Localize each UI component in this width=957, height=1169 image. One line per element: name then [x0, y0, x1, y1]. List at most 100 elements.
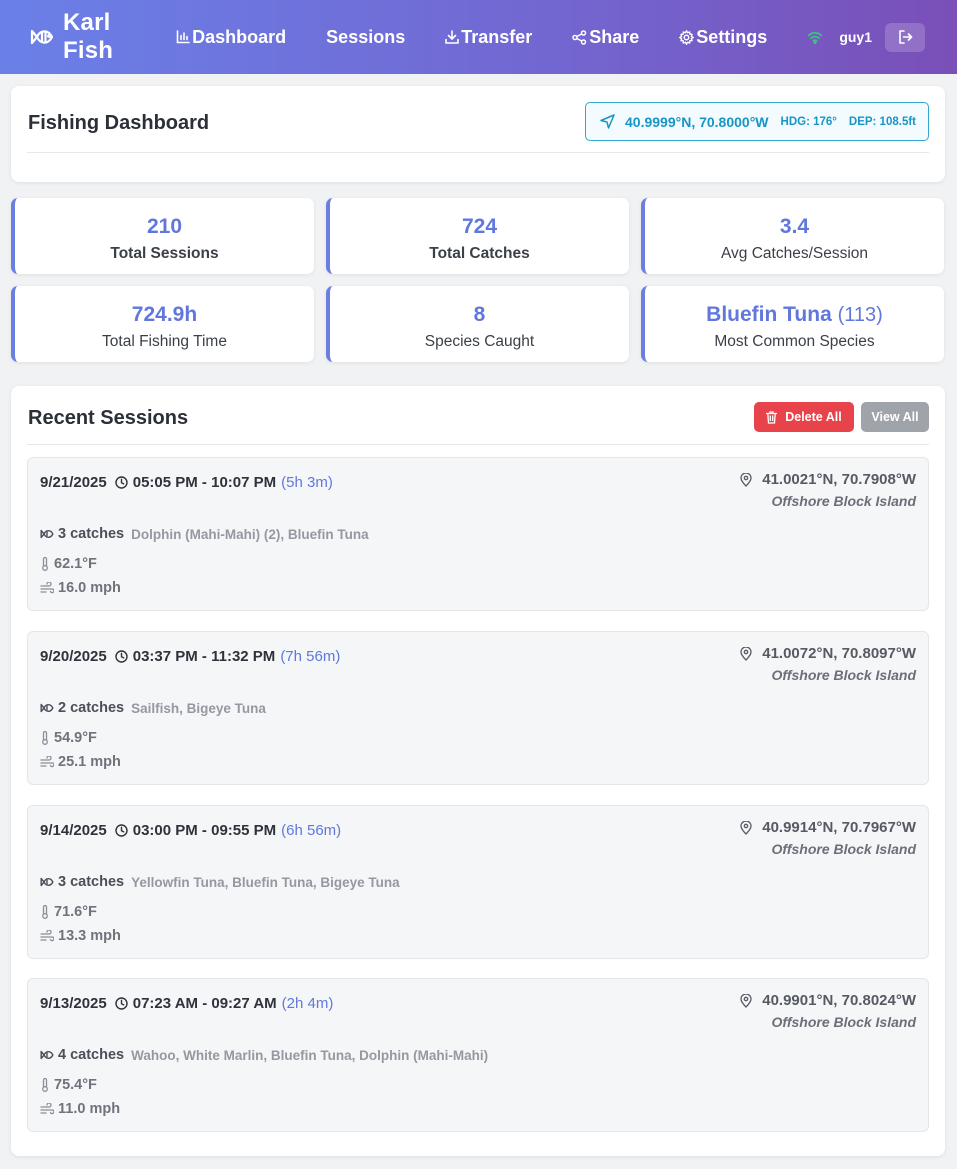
stat-value: 724	[461, 215, 498, 238]
nav-dashboard[interactable]: Dashboard	[176, 28, 286, 46]
session-duration: (5h 3m)	[281, 474, 333, 491]
stat-label: Most Common Species	[714, 333, 875, 350]
stat-fishing-time: 724.9h Total Fishing Time	[11, 286, 314, 362]
session-coords: 41.0072°N, 70.8097°W	[762, 645, 916, 662]
session-wind-speed: 25.1 mph	[58, 754, 121, 770]
view-all-button[interactable]: View All	[861, 402, 929, 432]
session-duration: (7h 56m)	[280, 648, 341, 665]
session-date: 9/13/2025	[40, 995, 107, 1012]
stat-common-species: Bluefin Tuna (113) Most Common Species	[641, 286, 944, 362]
clock-icon	[115, 997, 128, 1010]
session-time: 03:37 PM - 11:32 PM	[132, 648, 276, 665]
session-species: Dolphin (Mahi-Mahi) (2), Bluefin Tuna	[131, 526, 369, 542]
session-coords-row: 41.0072°N, 70.8097°W	[740, 645, 916, 662]
thermometer-icon	[40, 1078, 50, 1092]
top-navbar: Karl Fish Dashboard Sessions Transfer Sh…	[0, 0, 957, 74]
session-place: Offshore Block Island	[771, 1014, 916, 1030]
thermometer-icon	[40, 731, 50, 745]
session-coords-row: 40.9914°N, 70.7967°W	[740, 819, 916, 836]
dashboard-header-card: Fishing Dashboard 40.9999°N, 70.8000°W H…	[11, 86, 945, 182]
session-datetime: 9/20/2025 03:37 PM - 11:32 PM (7h 56m)	[40, 648, 340, 665]
session-wind: 25.1 mph	[40, 754, 121, 770]
wind-icon	[40, 930, 54, 942]
session-card[interactable]: 9/13/2025 07:23 AM - 09:27 AM (2h 4m) 40…	[27, 978, 929, 1132]
section-divider	[27, 444, 929, 445]
session-temp: 54.9°F	[54, 730, 97, 746]
session-coords: 41.0021°N, 70.7908°W	[762, 471, 916, 488]
gps-heading: HDG: 176°	[780, 115, 837, 128]
session-wind: 13.3 mph	[40, 928, 121, 944]
fish-icon	[40, 876, 54, 888]
wifi-icon	[807, 31, 823, 44]
session-wind: 11.0 mph	[40, 1101, 120, 1117]
session-place: Offshore Block Island	[771, 841, 916, 857]
fish-icon	[40, 702, 54, 714]
clock-icon	[115, 650, 128, 663]
stat-value: 8	[473, 303, 486, 326]
clock-icon	[115, 824, 128, 837]
map-pin-icon	[740, 472, 752, 487]
logout-icon	[898, 30, 913, 44]
nav-user-area: guy1	[807, 22, 925, 52]
download-icon	[445, 30, 460, 44]
map-pin-icon	[740, 646, 752, 661]
session-time: 05:05 PM - 10:07 PM	[132, 474, 277, 491]
session-temperature: 62.1°F	[40, 556, 97, 572]
stat-value: 3.4	[779, 215, 810, 238]
session-catch-count: 2 catches	[58, 700, 125, 716]
session-catches: 3 catches Dolphin (Mahi-Mahi) (2), Bluef…	[40, 526, 369, 542]
logout-button[interactable]	[885, 22, 925, 52]
wind-icon	[40, 582, 54, 594]
session-date: 9/20/2025	[40, 648, 107, 665]
session-temperature: 75.4°F	[40, 1077, 97, 1093]
thermometer-icon	[40, 905, 50, 919]
session-card[interactable]: 9/20/2025 03:37 PM - 11:32 PM (7h 56m) 4…	[27, 631, 929, 785]
gps-coordinates: 40.9999°N, 70.8000°W	[625, 113, 769, 130]
session-datetime: 9/13/2025 07:23 AM - 09:27 AM (2h 4m)	[40, 995, 333, 1012]
session-date: 9/14/2025	[40, 822, 107, 839]
nav-settings[interactable]: Settings	[679, 28, 767, 46]
nav-links: Dashboard Sessions Transfer Share Settin…	[176, 28, 807, 46]
session-catch-count: 4 catches	[58, 1047, 125, 1063]
page-title: Fishing Dashboard	[28, 112, 210, 134]
gps-status-badge[interactable]: 40.9999°N, 70.8000°W HDG: 176° DEP: 108.…	[585, 102, 929, 141]
delete-all-button[interactable]: Delete All	[754, 402, 854, 432]
session-wind-speed: 11.0 mph	[58, 1101, 121, 1117]
wind-icon	[40, 756, 54, 768]
session-card[interactable]: 9/21/2025 05:05 PM - 10:07 PM (5h 3m) 41…	[27, 457, 929, 611]
fish-icon	[30, 27, 54, 47]
session-location: 41.0072°N, 70.8097°W Offshore Block Isla…	[740, 645, 916, 683]
session-place: Offshore Block Island	[771, 493, 916, 509]
session-catch-count: 3 catches	[58, 526, 125, 542]
session-time: 07:23 AM - 09:27 AM	[132, 995, 277, 1012]
nav-sessions[interactable]: Sessions	[326, 28, 405, 46]
clock-icon	[115, 476, 128, 489]
session-coords: 40.9901°N, 70.8024°W	[762, 992, 916, 1009]
brand[interactable]: Karl Fish	[30, 9, 132, 65]
stat-avg-catches: 3.4 Avg Catches/Session	[641, 198, 944, 274]
stat-value: Bluefin Tuna (113)	[645, 303, 944, 327]
nav-dashboard-label: Dashboard	[192, 27, 287, 47]
stat-value: 210	[146, 215, 183, 238]
stat-label: Total Sessions	[110, 245, 219, 262]
view-all-label: View All	[871, 410, 919, 424]
nav-transfer[interactable]: Transfer	[445, 28, 532, 46]
stat-total-sessions: 210 Total Sessions	[11, 198, 314, 274]
nav-share[interactable]: Share	[572, 28, 639, 46]
username: guy1	[839, 29, 872, 45]
stat-total-catches: 724 Total Catches	[326, 198, 629, 274]
session-time: 03:00 PM - 09:55 PM	[132, 822, 277, 839]
map-pin-icon	[740, 993, 752, 1008]
session-card[interactable]: 9/14/2025 03:00 PM - 09:55 PM (6h 56m) 4…	[27, 805, 929, 959]
share-icon	[572, 29, 587, 45]
gear-icon	[679, 29, 695, 45]
session-location: 41.0021°N, 70.7908°W Offshore Block Isla…	[740, 471, 916, 509]
navigation-arrow-icon	[600, 114, 615, 129]
session-coords-row: 40.9901°N, 70.8024°W	[740, 992, 916, 1009]
session-coords-row: 41.0021°N, 70.7908°W	[740, 471, 916, 488]
session-species: Yellowfin Tuna, Bluefin Tuna, Bigeye Tun…	[131, 874, 400, 890]
session-duration: (2h 4m)	[281, 995, 334, 1012]
session-coords: 40.9914°N, 70.7967°W	[762, 819, 916, 836]
session-catches: 4 catches Wahoo, White Marlin, Bluefin T…	[40, 1047, 488, 1063]
fish-icon	[40, 528, 54, 540]
